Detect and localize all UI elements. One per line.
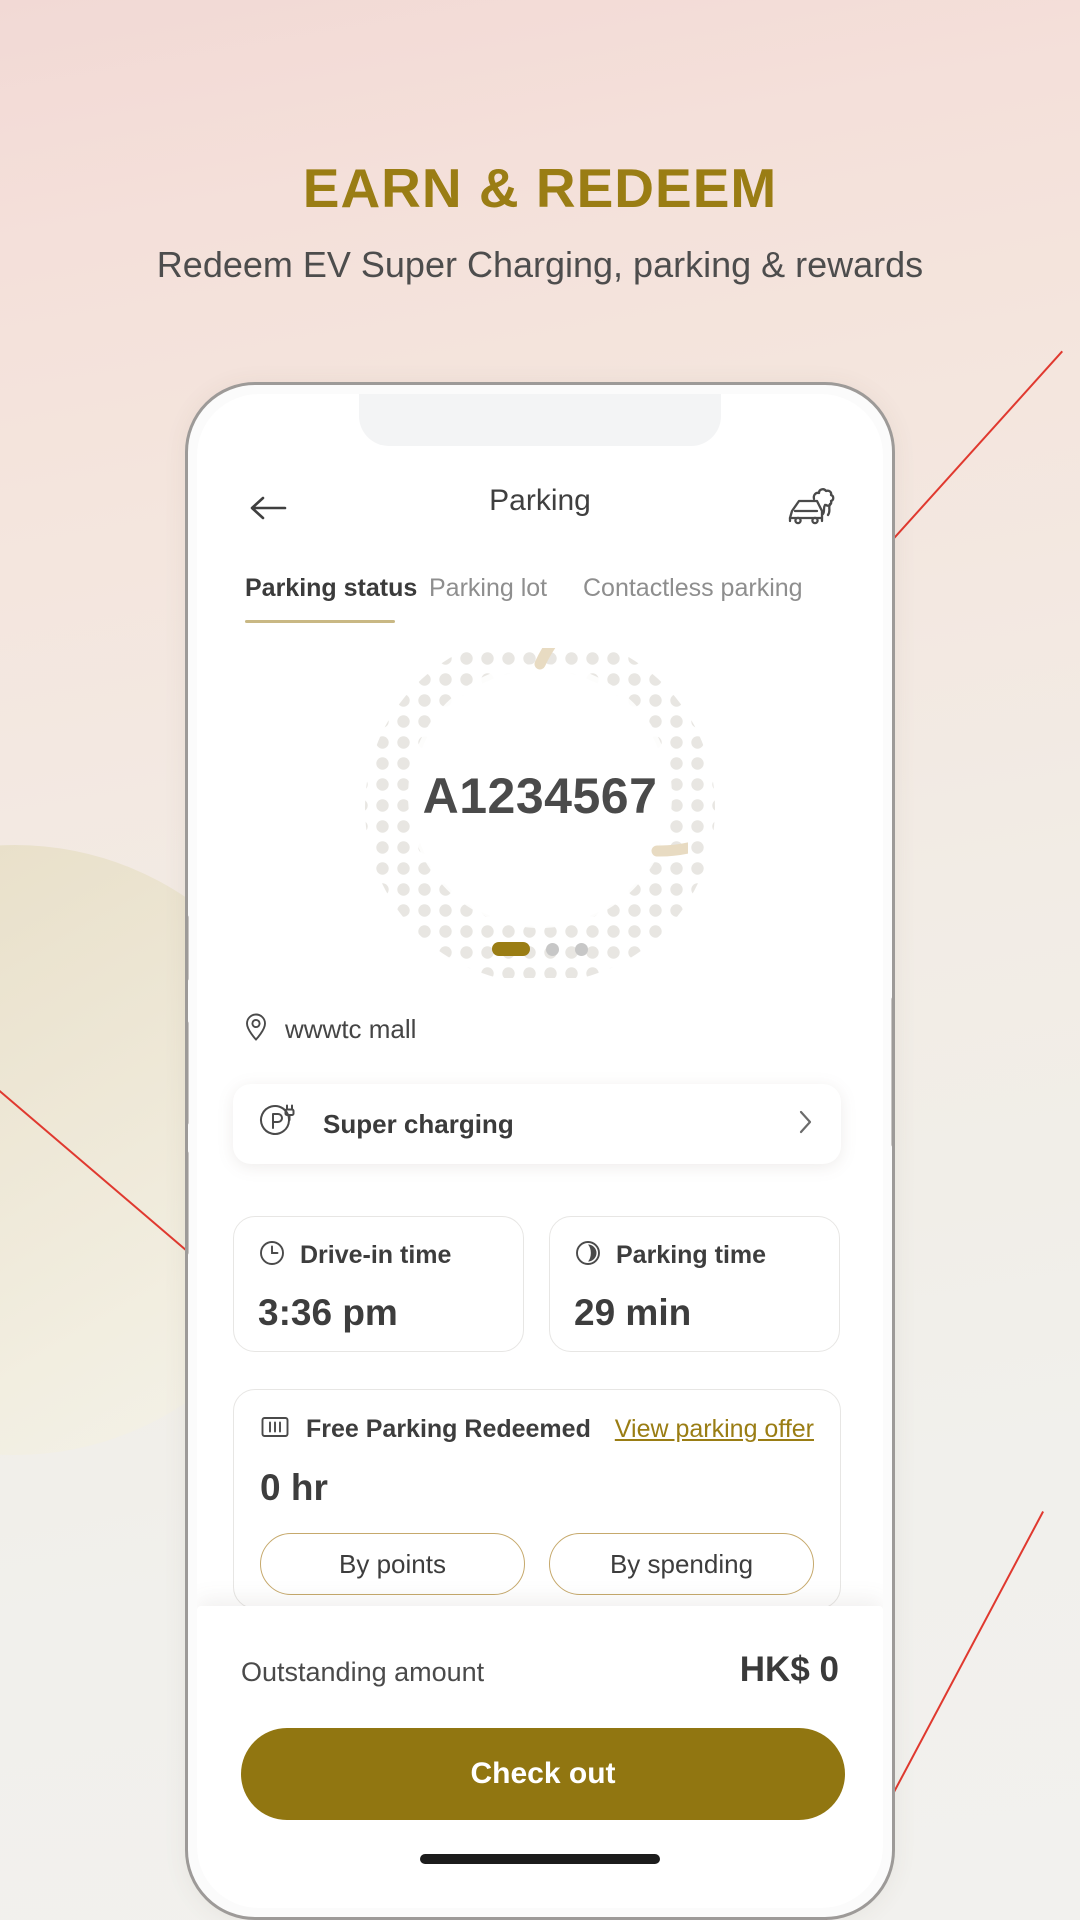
clock-icon	[258, 1239, 286, 1272]
parking-time-card: Parking time 29 min	[549, 1216, 840, 1352]
phone-screen-bezel: Parking Parking status Parking lot Conta…	[197, 394, 883, 1908]
parking-plug-icon	[259, 1102, 303, 1147]
phone-volume-up-button	[188, 1021, 189, 1125]
car-wash-icon[interactable]	[785, 480, 839, 532]
location-name: wwwtc mall	[285, 1014, 417, 1044]
location-pin-icon	[243, 1012, 269, 1047]
by-points-button[interactable]: By points	[260, 1533, 525, 1595]
phone-mockup: Parking Parking status Parking lot Conta…	[185, 382, 895, 1920]
home-indicator	[420, 1854, 660, 1864]
check-out-button[interactable]: Check out	[241, 1728, 845, 1820]
active-tab-underline	[245, 620, 395, 623]
free-parking-card: Free Parking Redeemed View parking offer…	[233, 1389, 841, 1609]
promo-headline: EARN & REDEEM	[302, 157, 778, 219]
phone-volume-down-button	[188, 1151, 189, 1255]
super-charging-label: Super charging	[323, 1108, 514, 1139]
location-row: wwwtc mall	[243, 1012, 416, 1047]
ticket-icon	[260, 1414, 290, 1445]
carousel-dot-2[interactable]	[546, 942, 559, 956]
app-bar: Parking	[197, 476, 883, 542]
parking-time-label: Parking time	[616, 1241, 767, 1269]
drive-in-time-card: Drive-in time 3:36 pm	[233, 1216, 524, 1352]
parking-stats: Drive-in time 3:36 pm Parking time 29 mi…	[233, 1216, 841, 1352]
drive-in-time-label: Drive-in time	[300, 1241, 452, 1269]
by-spending-button[interactable]: By spending	[549, 1533, 814, 1595]
free-parking-value: 0 hr	[260, 1467, 328, 1508]
phone-mute-switch	[188, 915, 189, 981]
license-plate-carousel: A1234567	[330, 648, 750, 978]
chevron-right-icon	[797, 1107, 815, 1142]
tab-parking-status[interactable]: Parking status	[245, 574, 417, 603]
parking-time-value: 29 min	[574, 1292, 692, 1333]
phone-notch	[359, 394, 721, 446]
tab-contactless-parking[interactable]: Contactless parking	[583, 574, 803, 603]
outstanding-amount-row: Outstanding amount HK$ 0	[241, 1650, 839, 1690]
promo-subheadline: Redeem EV Super Charging, parking & rewa…	[156, 244, 924, 285]
view-parking-offer-link[interactable]: View parking offer	[615, 1415, 814, 1444]
outstanding-amount-label: Outstanding amount	[241, 1657, 485, 1687]
drive-in-time-value: 3:36 pm	[258, 1292, 398, 1333]
license-plate-number: A1234567	[422, 768, 658, 824]
app-screen: Parking Parking status Parking lot Conta…	[197, 394, 883, 1908]
page-title: Parking	[489, 484, 591, 517]
checkout-bar: Outstanding amount HK$ 0 Check out	[197, 1606, 883, 1908]
outstanding-amount-value: HK$ 0	[739, 1650, 839, 1689]
parking-duration-icon	[574, 1239, 602, 1272]
redeem-options: By points By spending	[260, 1533, 814, 1595]
carousel-dot-1[interactable]	[492, 942, 530, 956]
tab-bar: Parking status Parking lot Contactless p…	[197, 574, 883, 636]
free-parking-label: Free Parking Redeemed	[306, 1415, 591, 1443]
super-charging-card[interactable]: Super charging	[233, 1084, 841, 1164]
phone-power-button	[891, 997, 892, 1147]
carousel-pagination	[330, 938, 750, 960]
carousel-dot-3[interactable]	[575, 942, 588, 956]
tab-parking-lot[interactable]: Parking lot	[429, 574, 547, 603]
